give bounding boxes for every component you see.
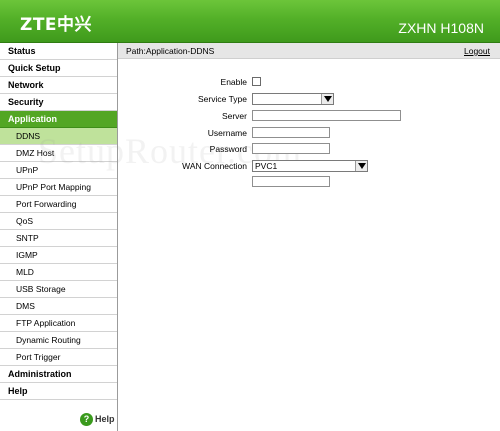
password-input[interactable] (252, 143, 330, 154)
chevron-down-icon (355, 161, 367, 171)
extra-input[interactable] (252, 176, 330, 187)
wan-connection-label: WAN Connection (182, 161, 247, 171)
sidebar-item-dynamic-routing[interactable]: Dynamic Routing (0, 332, 117, 349)
sidebar-item-quick-setup[interactable]: Quick Setup (0, 60, 117, 77)
username-label: Username (207, 128, 247, 138)
service-type-label: Service Type (198, 94, 247, 104)
header-bar: ZTE中兴 ZXHN H108N (0, 0, 500, 43)
server-input[interactable] (252, 110, 401, 121)
password-label: Password (209, 144, 247, 154)
username-input[interactable] (252, 127, 330, 138)
logout-link[interactable]: Logout (464, 46, 490, 56)
path-bar: Path:Application-DDNS Logout (118, 43, 500, 59)
sidebar-item-status[interactable]: Status (0, 43, 117, 60)
sidebar-item-dms[interactable]: DMS (0, 298, 117, 315)
sidebar-item-upnp[interactable]: UPnP (0, 162, 117, 179)
sidebar-item-upnp-port-mapping[interactable]: UPnP Port Mapping (0, 179, 117, 196)
model-name: ZXHN H108N (398, 20, 484, 36)
sidebar-item-help[interactable]: Help (0, 383, 117, 400)
sidebar-item-application[interactable]: Application (0, 111, 117, 128)
service-type-select[interactable] (252, 93, 334, 105)
sidebar-item-igmp[interactable]: IGMP (0, 247, 117, 264)
zte-logo: ZTE中兴 (20, 15, 93, 35)
enable-label: Enable (220, 77, 247, 87)
sidebar-item-security[interactable]: Security (0, 94, 117, 111)
sidebar-item-ftp-application[interactable]: FTP Application (0, 315, 117, 332)
server-label: Server (221, 111, 247, 121)
wan-connection-select[interactable]: PVC1 (252, 160, 368, 172)
sidebar-item-usb-storage[interactable]: USB Storage (0, 281, 117, 298)
sidebar-item-ddns[interactable]: DDNS (0, 128, 117, 145)
question-icon: ? (80, 412, 93, 426)
help-link[interactable]: ? Help (80, 411, 115, 427)
enable-checkbox[interactable] (252, 77, 261, 86)
sidebar-item-dmz-host[interactable]: DMZ Host (0, 145, 117, 162)
wan-connection-value: PVC1 (255, 161, 278, 171)
sidebar-item-network[interactable]: Network (0, 77, 117, 94)
sidebar-item-port-trigger[interactable]: Port Trigger (0, 349, 117, 366)
sidebar-item-port-forwarding[interactable]: Port Forwarding (0, 196, 117, 213)
chevron-down-icon (321, 94, 333, 104)
sidebar-item-qos[interactable]: QoS (0, 213, 117, 230)
sidebar: Status Quick Setup Network Security Appl… (0, 43, 118, 431)
sidebar-item-sntp[interactable]: SNTP (0, 230, 117, 247)
breadcrumb: Path:Application-DDNS (126, 46, 215, 56)
help-label: Help (95, 414, 115, 424)
sidebar-item-mld[interactable]: MLD (0, 264, 117, 281)
sidebar-item-administration[interactable]: Administration (0, 366, 117, 383)
